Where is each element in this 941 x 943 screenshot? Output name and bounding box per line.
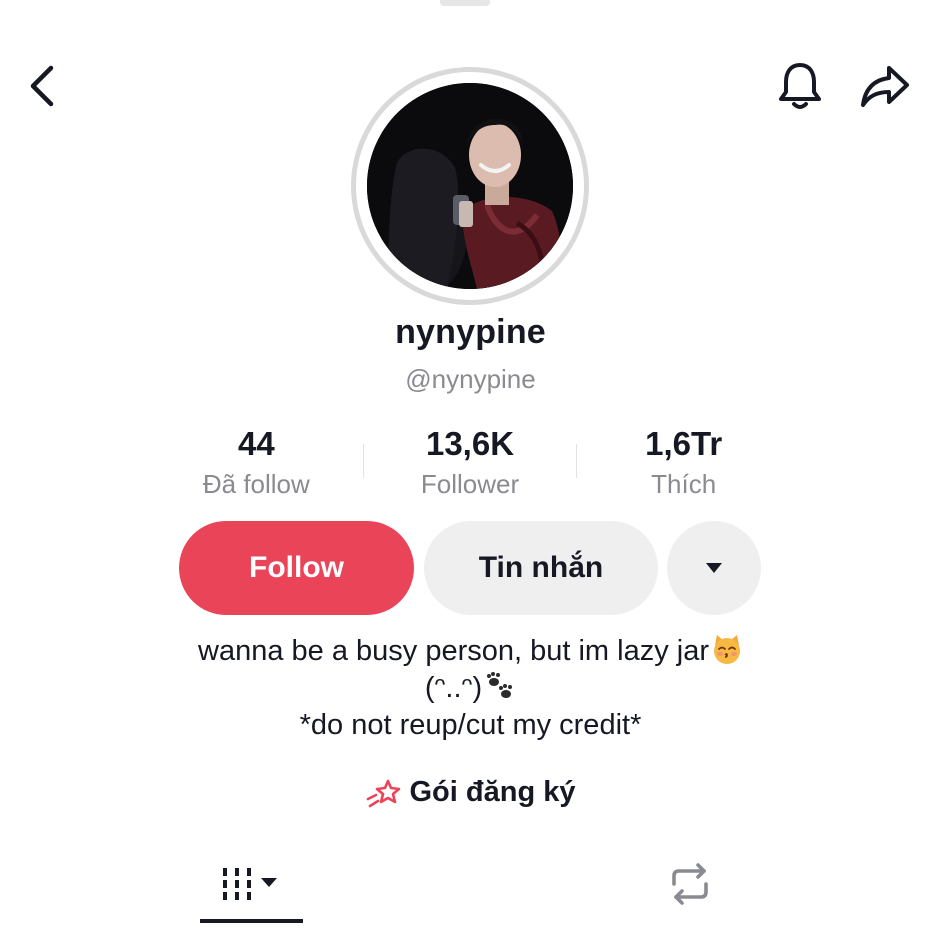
repost-icon: [672, 863, 708, 905]
stat-value: 1,6Tr: [645, 425, 723, 462]
back-button[interactable]: [20, 60, 64, 112]
stat-value: 44: [237, 425, 275, 462]
content-tabs: [0, 846, 941, 926]
bio: wanna be a busy person, but im lazy jar …: [0, 633, 941, 744]
share-arrow-icon: [861, 66, 909, 107]
avatar-ring[interactable]: [351, 67, 589, 305]
top-handle: [440, 0, 490, 6]
stat-label: Thích: [651, 469, 717, 499]
chevron-left-icon: [30, 65, 54, 107]
bell-icon: [779, 63, 821, 109]
bio-text: (ᵔ..ᵔ): [424, 672, 483, 704]
share-button[interactable]: [856, 58, 914, 116]
subscription-link[interactable]: Gói đăng ký: [0, 776, 941, 809]
shooting-star-icon: [366, 779, 400, 807]
stat-followers[interactable]: 13,6K Follower: [364, 424, 577, 502]
bio-text: wanna be a busy person, but im lazy jar: [198, 635, 709, 667]
profile-photo: [367, 83, 573, 289]
bio-line: wanna be a busy person, but im lazy jar: [0, 633, 941, 670]
follow-button[interactable]: Follow: [179, 521, 414, 615]
stat-following[interactable]: 44 Đã follow: [150, 424, 363, 502]
stats-row: 44 Đã follow 13,6K Follower 1,6Tr Thích: [150, 424, 790, 504]
bio-line: (ᵔ..ᵔ): [0, 670, 941, 707]
bio-line: *do not reup/cut my credit*: [299, 709, 642, 741]
stat-label: Follower: [420, 469, 520, 499]
paw-prints-emoji: [487, 672, 513, 698]
more-options-button[interactable]: [667, 521, 761, 615]
stat-likes[interactable]: 1,6Tr Thích: [577, 424, 790, 502]
username-handle: @nynypine: [405, 364, 536, 394]
message-button[interactable]: Tin nhắn: [424, 521, 658, 615]
subscription-label: Gói đăng ký: [409, 776, 576, 808]
active-tab-indicator: [200, 919, 303, 923]
grid-bars-icon: [222, 868, 277, 900]
stat-value: 13,6K: [425, 425, 515, 462]
stat-label: Đã follow: [202, 469, 310, 499]
avatar: [367, 83, 573, 289]
tab-reposts[interactable]: [640, 846, 740, 922]
tab-videos[interactable]: [200, 846, 303, 922]
triangle-down-icon: [706, 563, 722, 573]
notification-button[interactable]: [772, 56, 828, 116]
display-name: nynypine: [395, 313, 546, 351]
kissing-cat-emoji: [714, 635, 740, 664]
